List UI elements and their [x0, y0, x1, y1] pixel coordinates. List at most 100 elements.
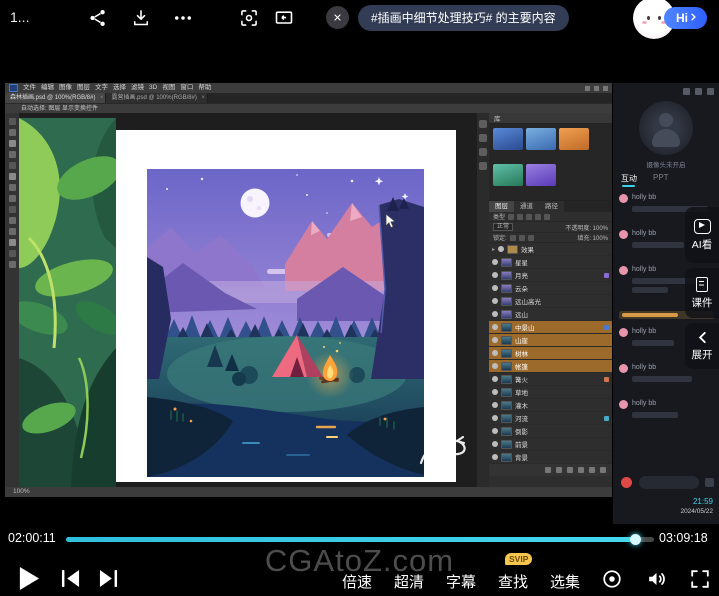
layer-row[interactable]: 前景 — [489, 438, 612, 451]
delete-layer-icon[interactable] — [600, 467, 606, 473]
ps-tool-icon[interactable] — [9, 217, 16, 224]
ps-menu-item[interactable]: 帮助 — [198, 83, 211, 93]
ps-tool-icon[interactable] — [9, 118, 16, 125]
eye-icon[interactable] — [498, 246, 504, 252]
ps-menu-item[interactable]: 滤镜 — [131, 83, 144, 93]
cast-icon[interactable] — [274, 8, 294, 28]
ps-menu-item[interactable]: 3D — [149, 83, 157, 93]
ps-document-tab[interactable]: 森林插画.psd @ 100%(RGB/8#) — [5, 93, 106, 103]
library-thumbnail[interactable] — [493, 128, 523, 150]
eye-icon[interactable] — [492, 272, 498, 278]
tab-ppt[interactable]: PPT — [653, 173, 669, 184]
layer-row[interactable]: 云朵 — [489, 282, 612, 295]
link-layers-icon[interactable] — [545, 467, 551, 473]
collapsed-panel-icon[interactable] — [479, 134, 487, 142]
grid-icon[interactable] — [683, 88, 690, 95]
quality-button[interactable]: 超清 — [394, 571, 424, 592]
eye-icon[interactable] — [492, 350, 498, 356]
layer-row[interactable]: 远山高光 — [489, 295, 612, 308]
fill-value[interactable]: 填充: 100% — [577, 233, 608, 242]
ps-canvas[interactable] — [19, 113, 477, 487]
eye-icon[interactable] — [492, 337, 498, 343]
library-thumbnail[interactable] — [526, 164, 556, 186]
eye-icon[interactable] — [492, 376, 498, 382]
download-icon[interactable] — [131, 8, 151, 28]
progress-bar[interactable] — [66, 537, 654, 542]
layer-row[interactable]: 星星 — [489, 256, 612, 269]
ps-tool-icon[interactable] — [9, 250, 16, 257]
layer-row-selected[interactable]: 树林 — [489, 347, 612, 360]
episodes-button[interactable]: 选集 — [550, 571, 580, 592]
ps-tool-icon[interactable] — [9, 129, 16, 136]
settings-icon[interactable] — [695, 88, 702, 95]
ps-menu-item[interactable]: 视图 — [162, 83, 175, 93]
previous-episode-button[interactable] — [59, 569, 82, 588]
adjustment-layer-icon[interactable] — [578, 467, 584, 473]
share-icon[interactable] — [88, 8, 108, 28]
layer-row[interactable]: 灌木 — [489, 399, 612, 412]
eye-icon[interactable] — [492, 285, 498, 291]
blend-mode-select[interactable]: 正常 — [493, 223, 513, 231]
layer-row-selected[interactable]: 中景山 — [489, 321, 612, 334]
ps-tool-icon[interactable] — [9, 206, 16, 213]
new-layer-icon[interactable] — [589, 467, 595, 473]
layer-row[interactable]: 背景 — [489, 451, 612, 464]
eye-icon[interactable] — [492, 415, 498, 421]
screenshot-icon[interactable] — [239, 8, 259, 28]
courseware-button[interactable]: 课件 — [685, 268, 719, 318]
library-thumbnail[interactable] — [559, 128, 589, 150]
video-frame[interactable]: 文件 编辑 图像 图层 文字 选择 滤镜 3D 视图 窗口 帮助 森林插画.ps… — [0, 80, 719, 527]
ps-menu-item[interactable]: 选择 — [113, 83, 126, 93]
ps-tool-icon[interactable] — [9, 173, 16, 180]
volume-icon[interactable] — [645, 568, 668, 590]
collapsed-panel-icon[interactable] — [479, 120, 487, 128]
library-panel-title[interactable]: 库 — [494, 113, 501, 123]
layer-mask-icon[interactable] — [567, 467, 573, 473]
topic-pill[interactable]: #插画中细节处理技巧# 的主要内容 — [358, 5, 569, 31]
subtitles-button[interactable]: 字幕 — [446, 571, 476, 592]
layer-row[interactable]: 草地 — [489, 386, 612, 399]
ps-tool-icon[interactable] — [9, 261, 16, 268]
expand-button[interactable]: 展开 — [685, 323, 719, 369]
eye-icon[interactable] — [492, 363, 498, 369]
lock-icon[interactable] — [519, 235, 525, 241]
record-icon[interactable] — [601, 568, 623, 590]
eye-icon[interactable] — [492, 441, 498, 447]
layer-row[interactable]: 河流 — [489, 412, 612, 425]
lock-icon[interactable] — [510, 235, 516, 241]
tab-interaction[interactable]: 互动 — [621, 173, 637, 184]
more-icon[interactable] — [707, 88, 714, 95]
layer-row-selected[interactable]: 帐篷 — [489, 360, 612, 373]
eye-icon[interactable] — [492, 428, 498, 434]
layer-row[interactable]: 月亮 — [489, 269, 612, 282]
ps-menu-item[interactable]: 图层 — [77, 83, 90, 93]
ps-tool-icon[interactable] — [9, 228, 16, 235]
layer-row[interactable]: 篝火 — [489, 373, 612, 386]
ps-document-tab[interactable]: 露营插画.psd @ 100%(RGB/8#) — [106, 93, 207, 103]
eye-icon[interactable] — [492, 259, 498, 265]
eye-icon[interactable] — [492, 402, 498, 408]
ps-tool-icon[interactable] — [9, 184, 16, 191]
tab-channels[interactable]: 通道 — [514, 201, 539, 212]
ps-tool-icon[interactable] — [9, 239, 16, 246]
lock-icon[interactable] — [528, 235, 534, 241]
play-button[interactable] — [17, 566, 40, 591]
ps-tool-icon[interactable] — [9, 195, 16, 202]
ps-menu-item[interactable]: 编辑 — [41, 83, 54, 93]
ai-watch-button[interactable]: AI看 — [685, 207, 719, 263]
layer-effects-icon[interactable] — [556, 467, 562, 473]
assistant-hi-button[interactable]: Hi — [664, 7, 707, 29]
ps-menu-item[interactable]: 文件 — [23, 83, 36, 93]
emoji-icon[interactable] — [705, 478, 714, 487]
ps-menu-item[interactable]: 窗口 — [180, 83, 193, 93]
collapsed-panel-icon[interactable] — [479, 162, 487, 170]
ps-tool-icon[interactable] — [9, 162, 16, 169]
layer-row[interactable]: 远山 — [489, 308, 612, 321]
eye-icon[interactable] — [492, 311, 498, 317]
ps-menu-item[interactable]: 图像 — [59, 83, 72, 93]
ps-tool-icon[interactable] — [9, 151, 16, 158]
eye-icon[interactable] — [492, 454, 498, 460]
fullscreen-icon[interactable] — [689, 568, 711, 590]
zoom-level[interactable]: 100% — [13, 488, 30, 495]
ps-tool-icon[interactable] — [9, 140, 16, 147]
